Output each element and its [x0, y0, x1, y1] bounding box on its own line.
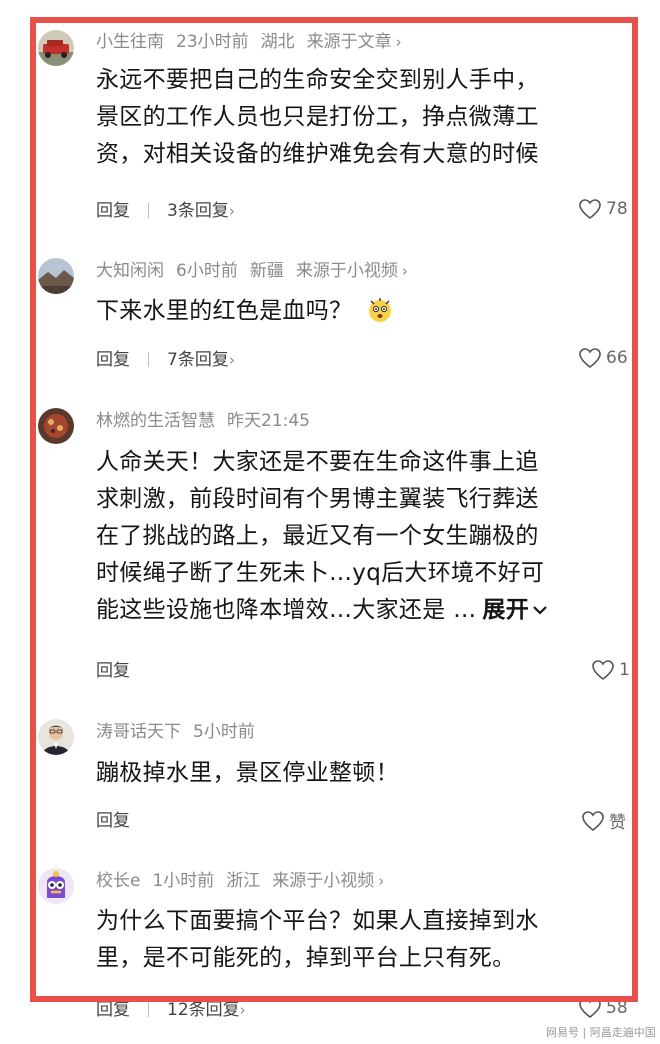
avatar[interactable] — [38, 868, 74, 904]
comment-line: 为什么下面要搞个平台？如果人直接掉到水 — [96, 908, 539, 934]
comment-line: 蹦极掉水里，景区停业整顿！ — [96, 760, 399, 786]
view-replies-button[interactable]: 3条回复 — [167, 201, 229, 221]
comment-actions: 回复 12条回复 › — [96, 998, 246, 1022]
comment-text: 下来水里的红色是血吗？ — [96, 293, 624, 330]
comment-item: 大知闲闲 6小时前 新疆 来源于小视频 › 下来水里的红色是血吗？ 回复 7条回复 › 6… — [0, 240, 660, 390]
like-count: 赞 — [609, 813, 626, 833]
comment-actions: 回复 — [96, 659, 130, 683]
username[interactable]: 小生往南 — [96, 32, 164, 52]
heart-outline-icon — [592, 660, 614, 681]
like-button[interactable]: 58 — [578, 997, 628, 1019]
comment-line: 里，是不可能死的，掉到平台上只有死。 — [96, 945, 516, 971]
comment-meta: 林燃的生活智慧 昨天21:45 — [96, 409, 322, 433]
username[interactable]: 大知闲闲 — [96, 261, 164, 281]
chevron-down-icon — [533, 606, 547, 615]
comment-meta: 涛哥话天下 5小时前 — [96, 720, 267, 744]
comment-item: 涛哥话天下 5小时前 蹦极掉水里，景区停业整顿！ 回复 赞 — [0, 700, 660, 850]
comment-text: 为什么下面要搞个平台？如果人直接掉到水 里，是不可能死的，掉到平台上只有死。 — [96, 903, 624, 977]
like-count: 58 — [606, 998, 628, 1018]
like-count: 66 — [606, 348, 628, 368]
divider — [148, 352, 149, 367]
comment-text: 永远不要把自己的生命安全交到别人手中， 景区的工作人员也只是打份工，挣点微薄工 … — [96, 62, 624, 173]
comment-text: 人命关天！大家还是不要在生命这件事上追 求刺激，前段时间有个男博主翼装飞行葬送 … — [96, 444, 624, 629]
location: 新疆 — [249, 261, 284, 281]
shocked-face-emoji — [368, 298, 391, 322]
like-count: 78 — [606, 199, 628, 219]
expand-button[interactable]: 展开 — [482, 597, 548, 623]
timestamp: 5小时前 — [193, 722, 255, 742]
comment-line: 能这些设施也降本增效…大家还是 … 展开 — [96, 592, 624, 629]
username[interactable]: 林燃的生活智慧 — [96, 411, 215, 431]
watermark: 网易号 | 阿昌走遍中国 — [546, 1026, 656, 1039]
divider — [148, 1002, 149, 1017]
location: 浙江 — [226, 871, 261, 891]
heart-outline-icon — [579, 998, 601, 1019]
comment-actions: 回复 — [96, 809, 130, 833]
view-replies-button[interactable]: 12条回复 — [167, 1000, 240, 1020]
chevron-right-icon: › — [401, 262, 408, 280]
source-link[interactable]: 来源于小视频 — [296, 261, 398, 281]
heart-outline-icon — [579, 348, 601, 369]
comment-item: 小生往南 23小时前 湖北 来源于文章 › 永远不要把自己的生命安全交到别人手中， 景区… — [0, 0, 660, 240]
reply-button[interactable]: 回复 — [96, 661, 130, 681]
comment-line: 人命关天！大家还是不要在生命这件事上追 — [96, 449, 539, 475]
comment-meta: 小生往南 23小时前 湖北 来源于文章 › — [96, 30, 414, 54]
location: 湖北 — [260, 32, 295, 52]
username[interactable]: 校长e — [96, 871, 140, 891]
source-link[interactable]: 来源于文章 — [307, 32, 392, 52]
avatar[interactable] — [38, 30, 74, 66]
like-button[interactable]: 1 — [591, 659, 630, 681]
comment-line: 资，对相关设备的维护难免会有大意的时候 — [96, 141, 539, 167]
comment-actions: 回复 7条回复 › — [96, 348, 235, 372]
comment-item: 林燃的生活智慧 昨天21:45 人命关天！大家还是不要在生命这件事上追 求刺激，前… — [0, 390, 660, 700]
chevron-right-icon: › — [228, 202, 235, 220]
timestamp: 1小时前 — [152, 871, 215, 891]
view-replies-button[interactable]: 7条回复 — [167, 350, 229, 370]
avatar[interactable] — [38, 408, 74, 444]
like-button[interactable]: 78 — [578, 198, 628, 220]
timestamp: 6小时前 — [176, 261, 238, 281]
like-button[interactable]: 66 — [578, 347, 628, 369]
source-link[interactable]: 来源于小视频 — [272, 871, 374, 891]
like-count: 1 — [619, 660, 630, 680]
comment-line: 时候绳子断了生死未卜…yq后大环境不好可 — [96, 560, 545, 586]
reply-button[interactable]: 回复 — [96, 811, 130, 831]
chevron-right-icon: › — [228, 351, 235, 369]
chevron-right-icon: › — [395, 33, 402, 51]
like-button[interactable]: 赞 — [581, 808, 626, 833]
avatar[interactable] — [38, 258, 74, 294]
avatar[interactable] — [38, 719, 74, 755]
comment-item: 校长e 1小时前 浙江 来源于小视频 › 为什么下面要搞个平台？如果人直接掉到水 里，是… — [0, 850, 660, 1044]
heart-outline-icon — [582, 810, 604, 831]
comment-line: 在了挑战的路上，最近又有一个女生蹦极的 — [96, 523, 539, 549]
chevron-right-icon: › — [239, 1001, 246, 1019]
reply-button[interactable]: 回复 — [96, 1000, 130, 1020]
chevron-right-icon: › — [378, 872, 385, 890]
heart-outline-icon — [579, 199, 601, 220]
comment-meta: 校长e 1小时前 浙江 来源于小视频 › — [96, 869, 396, 893]
comment-line: 永远不要把自己的生命安全交到别人手中， — [96, 67, 539, 93]
comment-actions: 回复 3条回复 › — [96, 199, 235, 223]
comment-line: 景区的工作人员也只是打份工，挣点微薄工 — [96, 104, 539, 130]
username[interactable]: 涛哥话天下 — [96, 722, 181, 742]
comment-text: 蹦极掉水里，景区停业整顿！ — [96, 755, 624, 792]
reply-button[interactable]: 回复 — [96, 350, 130, 370]
comment-line: 求刺激，前段时间有个男博主翼装飞行葬送 — [96, 486, 539, 512]
comment-line: 下来水里的红色是血吗？ — [96, 293, 624, 330]
timestamp: 昨天21:45 — [227, 411, 310, 431]
reply-button[interactable]: 回复 — [96, 201, 130, 221]
comment-meta: 大知闲闲 6小时前 新疆 来源于小视频 › — [96, 259, 420, 283]
timestamp: 23小时前 — [176, 32, 249, 52]
divider — [148, 203, 149, 218]
